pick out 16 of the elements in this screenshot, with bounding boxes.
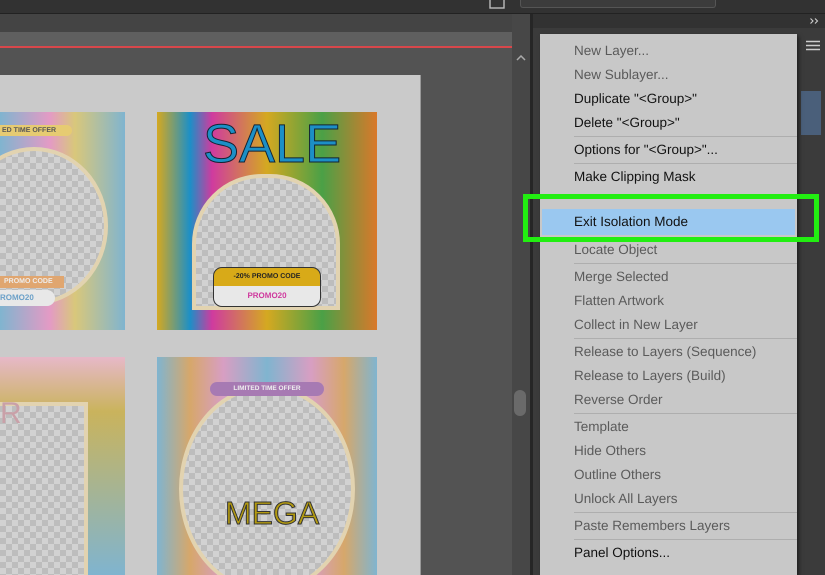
menu-item[interactable]: Delete "<Group>": [540, 111, 797, 135]
menu-item[interactable]: Panel Options...: [540, 541, 797, 565]
scrollbar-thumb[interactable]: [514, 390, 526, 416]
menu-item[interactable]: Exit Isolation Mode: [542, 209, 795, 235]
menu-item[interactable]: Duplicate "<Group>": [540, 87, 797, 111]
headline-text: MEGA: [225, 494, 320, 532]
menu-icon[interactable]: [806, 40, 820, 51]
search-field[interactable]: [520, 0, 716, 8]
menu-item[interactable]: Make Clipping Mask: [540, 165, 797, 189]
double-chevron-icon[interactable]: [810, 18, 819, 24]
menu-item[interactable]: Options for "<Group>"...: [540, 138, 797, 162]
scrollbar[interactable]: [512, 14, 530, 575]
promo-code: PROMO20: [213, 286, 321, 307]
window-icon[interactable]: [489, 0, 505, 9]
promo-code: ROMO20: [0, 290, 55, 306]
scroll-up-icon[interactable]: [516, 55, 526, 61]
